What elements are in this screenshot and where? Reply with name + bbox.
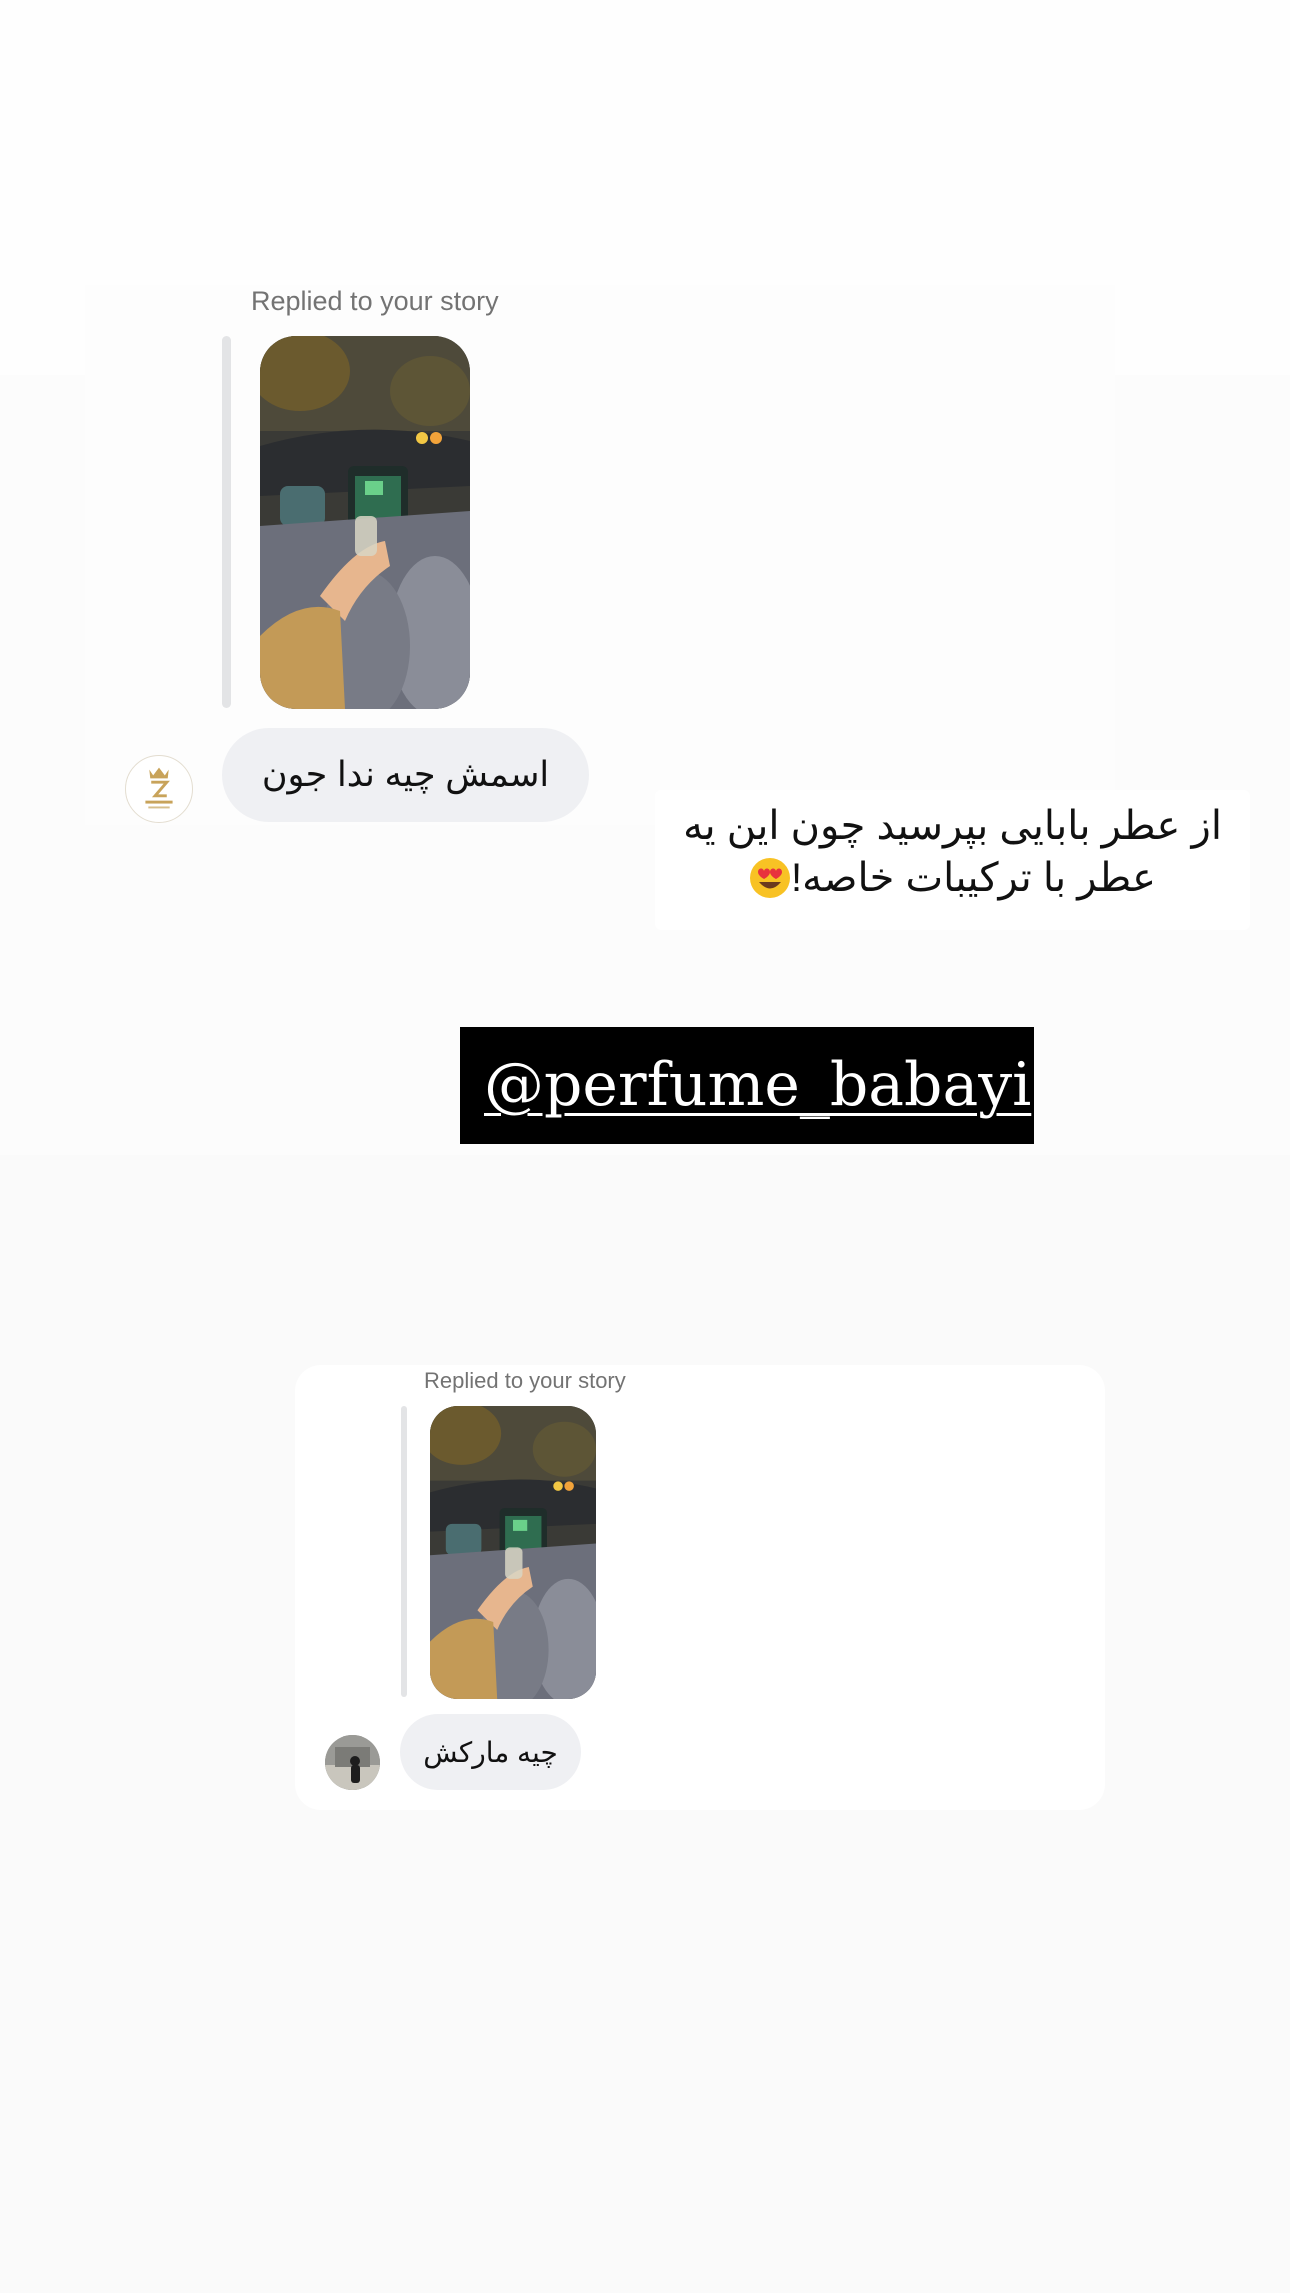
caption-line-1: از عطر بابایی بپرسید چون این یه — [683, 804, 1222, 848]
message-bubble: اسمش چیه ندا جون — [222, 728, 589, 822]
story-thumbnail[interactable] — [260, 336, 470, 709]
mention-handle[interactable]: @perfume_babayi — [484, 1045, 1031, 1125]
story-caption: از عطر بابایی بپرسید چون این یه عطر با ت… — [655, 800, 1250, 904]
user-photo-avatar[interactable] — [325, 1735, 380, 1790]
replied-to-story-label: Replied to your story — [251, 286, 499, 316]
reply-indicator-bar — [222, 336, 231, 708]
replied-to-story-label: Replied to your story — [424, 1368, 626, 1393]
caption-line-2-text: عطر با ترکیبات خاصه! — [790, 856, 1157, 900]
caption-line-2: عطر با ترکیبات خاصه! — [655, 852, 1250, 904]
reply-indicator-bar — [401, 1406, 407, 1697]
message-bubble: چیه مارکش — [400, 1714, 581, 1790]
zartaj-logo-avatar[interactable] — [125, 755, 193, 823]
story-thumbnail[interactable] — [430, 1406, 596, 1699]
heart-eyes-emoji — [749, 857, 791, 899]
